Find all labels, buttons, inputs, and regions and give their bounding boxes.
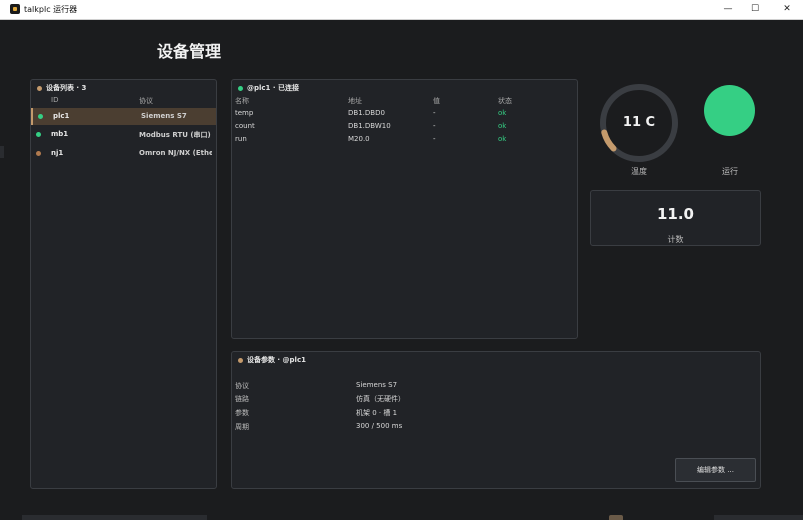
column-header-id: ID [51, 96, 59, 104]
variable-address: DB1.DBW10 [348, 122, 391, 130]
device-row-nj1[interactable]: nj1 Omron NJ/NX (Ether [31, 145, 216, 162]
device-row-mb1[interactable]: mb1 Modbus RTU (串口) [31, 126, 216, 143]
params-title: 设备参数 · @plc1 [247, 356, 306, 364]
device-status-dot-icon [38, 114, 43, 119]
device-list-header: 设备列表 · 3 [37, 83, 86, 93]
variable-status: ok [498, 109, 507, 117]
left-edge-strip [0, 146, 4, 158]
variables-header: @plc1 · 已连接 [238, 83, 299, 93]
param-value: 300 / 500 ms [356, 422, 403, 430]
device-list-title: 设备列表 · 3 [46, 84, 87, 92]
variable-address: M20.0 [348, 135, 370, 143]
column-header-protocol: 协议 [139, 97, 153, 105]
param-key: 链路 [235, 395, 249, 403]
edit-params-button[interactable]: 编辑参数 ... [675, 458, 756, 482]
window-titlebar: talkplc 运行器 — ☐ ✕ [0, 0, 803, 20]
device-protocol: Siemens S7 [141, 112, 187, 120]
bottom-handle [609, 515, 623, 520]
param-key: 协议 [235, 382, 249, 390]
device-status-dot-icon [36, 132, 41, 137]
variables-panel: @plc1 · 已连接 名称 地址 值 状态 temp DB1.DBD0 - o… [231, 79, 578, 339]
param-row: 周期 300 / 500 ms [232, 422, 760, 435]
variable-row-run[interactable]: run M20.0 - ok [232, 133, 577, 146]
variable-address: DB1.DBD0 [348, 109, 385, 117]
params-header: 设备参数 · @plc1 [238, 355, 306, 365]
close-button[interactable]: ✕ [772, 0, 802, 19]
param-value: 机架 0 · 槽 1 [356, 409, 398, 417]
variable-status: ok [498, 135, 507, 143]
variable-value: - [433, 122, 436, 130]
connected-dot-icon [238, 85, 243, 91]
column-header-address: 地址 [348, 97, 362, 105]
device-protocol: Modbus RTU (串口) [139, 131, 211, 139]
device-row-plc1[interactable]: plc1 Siemens S7 [31, 108, 216, 125]
variable-status: ok [498, 122, 507, 130]
variable-name: run [235, 135, 247, 143]
variable-row-temp[interactable]: temp DB1.DBD0 - ok [232, 107, 577, 120]
device-protocol: Omron NJ/NX (Ether [139, 149, 212, 157]
variable-name: count [235, 122, 255, 130]
param-key: 参数 [235, 409, 249, 417]
status-dot-icon [37, 85, 42, 91]
param-row: 参数 机架 0 · 槽 1 [232, 408, 760, 421]
device-list-panel: 设备列表 · 3 ID 协议 plc1 Siemens S7 mb1 Modbu… [30, 79, 217, 489]
param-value: Siemens S7 [356, 381, 398, 389]
counter-card: 11.0 计数 [590, 190, 761, 246]
param-key: 周期 [235, 423, 249, 431]
variable-value: - [433, 135, 436, 143]
bottom-edge-strip [22, 515, 207, 520]
bottom-edge-strip-right [714, 515, 803, 520]
run-label: 运行 [722, 167, 738, 176]
app-icon [10, 4, 20, 14]
param-row: 链路 仿真（无硬件） [232, 394, 760, 407]
device-id: plc1 [53, 112, 70, 120]
device-id: mb1 [51, 130, 69, 138]
status-dot-icon [238, 357, 243, 363]
variables-title: @plc1 · 已连接 [247, 84, 299, 92]
column-header-status: 状态 [498, 97, 512, 105]
temperature-label: 温度 [631, 167, 647, 176]
temperature-value: 11 C [622, 115, 656, 130]
device-id: nj1 [51, 149, 64, 157]
param-row: 协议 Siemens S7 [232, 381, 760, 394]
page-title: 设备管理 [157, 42, 222, 61]
column-header-name: 名称 [235, 97, 249, 105]
device-params-panel: 设备参数 · @plc1 协议 Siemens S7 链路 仿真（无硬件） 参数… [231, 351, 761, 489]
gauge-fill [601, 129, 617, 152]
counter-value: 11.0 [656, 205, 694, 223]
counter-label: 计数 [667, 235, 684, 244]
maximize-button[interactable]: ☐ [740, 0, 770, 19]
minimize-button[interactable]: — [713, 0, 743, 19]
variable-row-count[interactable]: count DB1.DBW10 - ok [232, 120, 577, 133]
window-title: talkplc 运行器 [24, 5, 78, 14]
device-status-dot-icon [36, 151, 41, 156]
param-value: 仿真（无硬件） [356, 395, 405, 403]
variable-name: temp [235, 109, 254, 117]
variable-value: - [433, 109, 436, 117]
column-header-value: 值 [433, 97, 440, 105]
run-indicator-lamp [704, 85, 755, 136]
